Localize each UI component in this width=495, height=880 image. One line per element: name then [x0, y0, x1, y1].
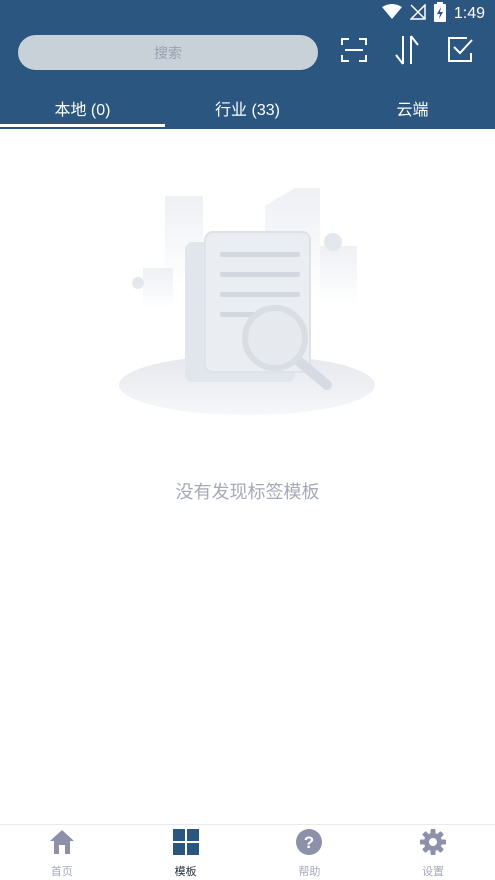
nav-label-home: 首页	[50, 865, 73, 878]
tab-industry-label: 行业 (33)	[215, 101, 280, 119]
tab-local[interactable]: 本地 (0)	[0, 86, 165, 129]
svg-text:?: ?	[304, 833, 314, 852]
tab-bar: 本地 (0) 行业 (33) 云端	[0, 86, 495, 129]
sort-icon	[392, 34, 422, 70]
search-input[interactable]: 搜索	[18, 35, 318, 70]
nav-item-settings[interactable]: 设置	[371, 825, 495, 880]
help-icon: ?	[294, 827, 324, 857]
scan-icon	[339, 35, 369, 69]
nav-label-templates: 模板	[174, 865, 197, 878]
app-header: 1:49 搜索 本地 (0) 行业 (33) 云端	[0, 0, 495, 129]
status-bar: 1:49	[0, 0, 495, 28]
search-placeholder: 搜索	[154, 45, 182, 62]
nav-item-help[interactable]: ? 帮助	[248, 825, 372, 880]
grid-icon	[171, 827, 201, 857]
tab-local-label: 本地 (0)	[54, 101, 111, 119]
bottom-nav: 首页 模板 ? 帮助 设置	[0, 824, 495, 880]
nav-label-help: 帮助	[298, 865, 321, 878]
sort-button[interactable]	[391, 34, 423, 70]
status-time: 1:49	[453, 5, 485, 22]
select-button[interactable]	[444, 36, 476, 68]
signal-icon	[409, 3, 426, 24]
tab-cloud-label: 云端	[396, 101, 429, 119]
battery-icon	[433, 2, 446, 26]
select-icon	[445, 35, 475, 69]
tab-industry[interactable]: 行业 (33)	[165, 86, 330, 129]
nav-item-home[interactable]: 首页	[0, 825, 124, 880]
nav-label-settings: 设置	[422, 865, 445, 878]
home-icon	[47, 827, 77, 857]
empty-state-message: 没有发现标签模板	[175, 482, 320, 503]
nav-item-templates[interactable]: 模板	[124, 825, 248, 880]
wifi-icon	[381, 4, 402, 24]
empty-state-illustration	[115, 180, 380, 420]
tab-cloud[interactable]: 云端	[330, 86, 495, 129]
gear-icon	[418, 827, 448, 857]
scan-button[interactable]	[338, 36, 370, 68]
